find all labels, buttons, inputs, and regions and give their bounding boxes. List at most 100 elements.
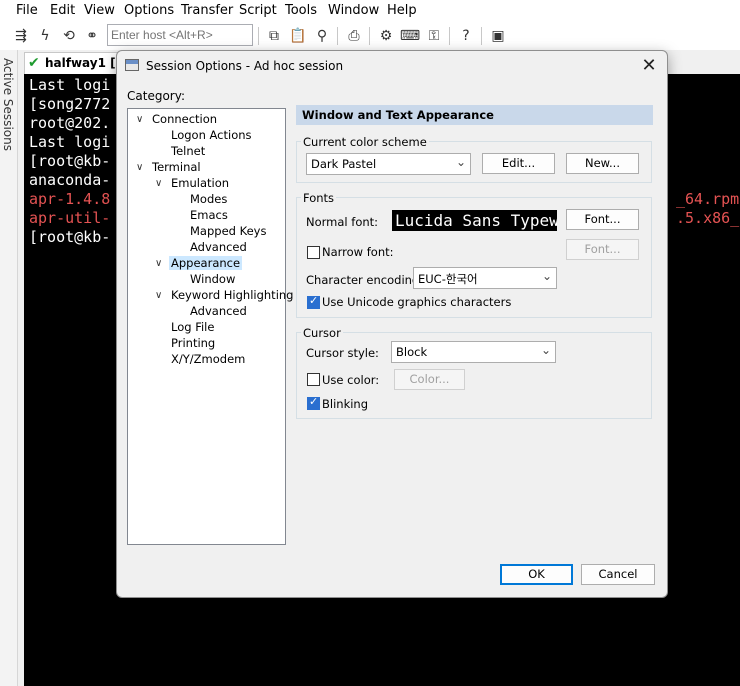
copy-icon[interactable]: ⧉: [264, 26, 284, 46]
unicode-graphics-checkbox[interactable]: [307, 294, 320, 309]
toolbar-separator: [258, 27, 259, 45]
tree-item-modes[interactable]: Modes: [190, 192, 227, 206]
use-color-label: Use color:: [322, 373, 380, 387]
connect-icon[interactable]: ⇶: [11, 26, 31, 46]
cursor-style-label: Cursor style:: [306, 346, 379, 360]
blinking-checkbox[interactable]: [307, 395, 320, 410]
normal-font-label: Normal font:: [306, 215, 379, 229]
quick-connect-icon[interactable]: ϟ: [35, 26, 55, 46]
active-sessions-label: Active Sessions: [1, 58, 15, 151]
toolbar: ⇶ ϟ ⟲ ⚭ ⧉ 📋 ⚲ ⎙ ⚙ ⌨ ⚿ ? ▣: [0, 22, 740, 50]
connected-check-icon: ✔: [28, 55, 40, 71]
terminal-line-fragment: _64.rpm: [676, 190, 740, 208]
chevron-down-icon[interactable]: ∨: [136, 162, 143, 173]
tree-item-mapped-keys[interactable]: Mapped Keys: [190, 224, 266, 238]
tree-item-appearance[interactable]: Appearance: [169, 256, 243, 270]
terminal-line-fragment: .5.x86_: [676, 209, 740, 227]
help-icon[interactable]: ?: [456, 26, 476, 46]
fonts-group-label: Fonts: [301, 191, 337, 205]
normal-font-preview: Lucida Sans Typewriter: [392, 210, 557, 231]
dialog-titlebar[interactable]: Session Options - Ad hoc session ✕: [117, 51, 667, 81]
color-scheme-value: Dark Pastel: [311, 157, 377, 171]
disconnect-icon[interactable]: ⚭: [82, 26, 102, 46]
tree-item-emacs[interactable]: Emacs: [190, 208, 228, 222]
menu-view[interactable]: View: [84, 3, 115, 18]
terminal-line: apr-1.4.8: [29, 190, 111, 208]
edit-scheme-button[interactable]: Edit...: [482, 153, 555, 174]
reconnect-icon[interactable]: ⟲: [59, 26, 79, 46]
terminal-line: root@202.: [29, 114, 111, 132]
cursor-group-label: Cursor: [301, 326, 343, 340]
tree-item-logon-actions[interactable]: Logon Actions: [171, 128, 252, 142]
chevron-down-icon[interactable]: ∨: [136, 114, 143, 125]
menu-help[interactable]: Help: [387, 3, 417, 18]
category-label: Category:: [127, 89, 185, 103]
cursor-style-value: Block: [396, 345, 428, 359]
cursor-style-select[interactable]: Block ⌄: [391, 341, 556, 363]
tree-item-connection[interactable]: Connection: [152, 112, 217, 126]
toolbar-separator: [481, 27, 482, 45]
menu-tools[interactable]: Tools: [285, 3, 317, 18]
tree-item-terminal[interactable]: Terminal: [152, 160, 201, 174]
menu-window[interactable]: Window: [328, 3, 379, 18]
panel-title: Window and Text Appearance: [302, 108, 494, 122]
terminal-line: apr-util-: [29, 209, 111, 227]
chevron-down-icon[interactable]: ∨: [155, 178, 162, 189]
toolbar-separator: [369, 27, 370, 45]
tree-item-xyzmodem[interactable]: X/Y/Zmodem: [171, 352, 245, 366]
menu-edit[interactable]: Edit: [50, 3, 75, 18]
paste-icon[interactable]: 📋: [288, 26, 308, 46]
panel-header: Window and Text Appearance: [296, 105, 653, 125]
menu-options[interactable]: Options: [124, 3, 174, 18]
tree-item-advanced[interactable]: Advanced: [190, 304, 247, 318]
menu-transfer[interactable]: Transfer: [181, 3, 233, 18]
host-input[interactable]: [107, 24, 253, 46]
settings-icon[interactable]: ⚙: [376, 26, 396, 46]
toolbar-separator: [337, 27, 338, 45]
category-tree: ∨ Connection Logon Actions Telnet ∨ Term…: [127, 108, 293, 545]
tree-item-printing[interactable]: Printing: [171, 336, 215, 350]
close-icon[interactable]: ✕: [637, 55, 661, 77]
terminal-line: anaconda-: [29, 171, 111, 189]
encoding-value: EUC-한국어: [418, 272, 478, 286]
keymap-icon[interactable]: ⌨: [400, 26, 420, 46]
tree-item-log-file[interactable]: Log File: [171, 320, 214, 334]
color-scheme-select[interactable]: Dark Pastel ⌄: [306, 153, 471, 175]
chevron-down-icon: ⌄: [541, 269, 552, 283]
use-color-checkbox[interactable]: [307, 373, 320, 386]
find-icon[interactable]: ⚲: [312, 26, 332, 46]
menu-script[interactable]: Script: [239, 3, 277, 18]
chevron-down-icon[interactable]: ∨: [155, 290, 162, 301]
normal-font-button[interactable]: Font...: [566, 209, 639, 230]
terminal-line: [root@kb-: [29, 228, 111, 246]
tree-item-telnet[interactable]: Telnet: [171, 144, 205, 158]
terminal-line: [song2772: [29, 95, 111, 113]
color-scheme-group-label: Current color scheme: [301, 135, 429, 149]
tree-item-keyword-highlighting[interactable]: Keyword Highlighting: [171, 288, 293, 302]
key-icon[interactable]: ⚿: [424, 26, 444, 46]
tree-item-window[interactable]: Window: [190, 272, 235, 286]
sftp-icon[interactable]: ▣: [488, 26, 508, 46]
encoding-select[interactable]: EUC-한국어 ⌄: [413, 267, 557, 289]
cursor-color-button[interactable]: Color...: [394, 369, 465, 390]
menu-file[interactable]: File: [16, 3, 38, 18]
chevron-down-icon: ⌄: [540, 343, 551, 357]
active-sessions-tab[interactable]: Active Sessions: [0, 58, 18, 154]
terminal-line: Last logi: [29, 76, 111, 94]
new-scheme-button[interactable]: New...: [566, 153, 639, 174]
dialog-title: Session Options - Ad hoc session: [146, 59, 344, 73]
cancel-button[interactable]: Cancel: [581, 564, 655, 585]
terminal-line: Last logi: [29, 133, 111, 151]
narrow-font-checkbox[interactable]: [307, 246, 320, 259]
ok-button[interactable]: OK: [500, 564, 573, 585]
chevron-down-icon: ⌄: [455, 155, 466, 169]
print-icon[interactable]: ⎙: [344, 26, 364, 46]
narrow-font-button[interactable]: Font...: [566, 239, 639, 260]
encoding-label: Character encoding:: [306, 273, 424, 287]
tree-item-advanced[interactable]: Advanced: [190, 240, 247, 254]
tree-item-emulation[interactable]: Emulation: [171, 176, 229, 190]
chevron-down-icon[interactable]: ∨: [155, 258, 162, 269]
window-icon: [125, 59, 139, 71]
unicode-graphics-label: Use Unicode graphics characters: [322, 295, 512, 309]
terminal-line: [root@kb-: [29, 152, 111, 170]
